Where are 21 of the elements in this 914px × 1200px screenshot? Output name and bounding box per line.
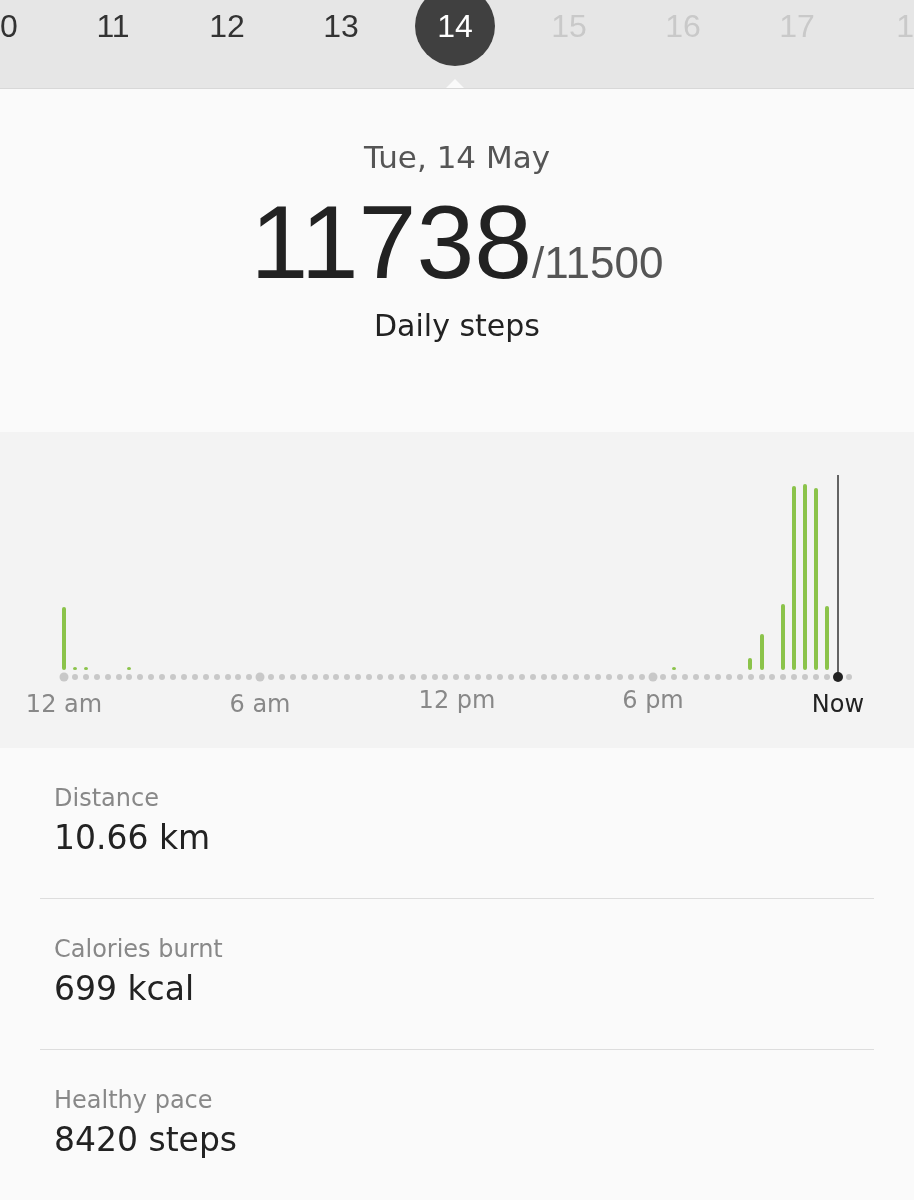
stat-label: Distance <box>54 784 160 812</box>
stat-value: 8420 steps <box>54 1120 239 1159</box>
time-label: 6 pm <box>621 686 685 714</box>
time-label: Now <box>810 690 866 718</box>
stat-label: Calories burnt <box>54 935 224 963</box>
date-item[interactable]: 11 <box>96 8 130 44</box>
pointer-marker <box>445 79 465 88</box>
stat-value: 699 kcal <box>54 969 196 1008</box>
time-label: 6 am <box>228 690 292 718</box>
date-title: Tue, 14 May <box>363 139 550 175</box>
stat-label: Healthy pace <box>54 1086 214 1114</box>
time-label: 12 am <box>24 690 104 718</box>
step-goal: /11500 <box>532 238 664 288</box>
date-item[interactable]: 14 <box>415 0 495 66</box>
step-count: 11738 <box>250 183 533 302</box>
date-item[interactable]: 13 <box>323 8 359 44</box>
stat-value: 10.66 km <box>54 818 212 857</box>
date-item[interactable]: 12 <box>209 8 245 44</box>
time-label: 12 pm <box>417 686 497 714</box>
date-item[interactable]: 0 <box>0 8 18 44</box>
caption: Daily steps <box>374 308 540 343</box>
